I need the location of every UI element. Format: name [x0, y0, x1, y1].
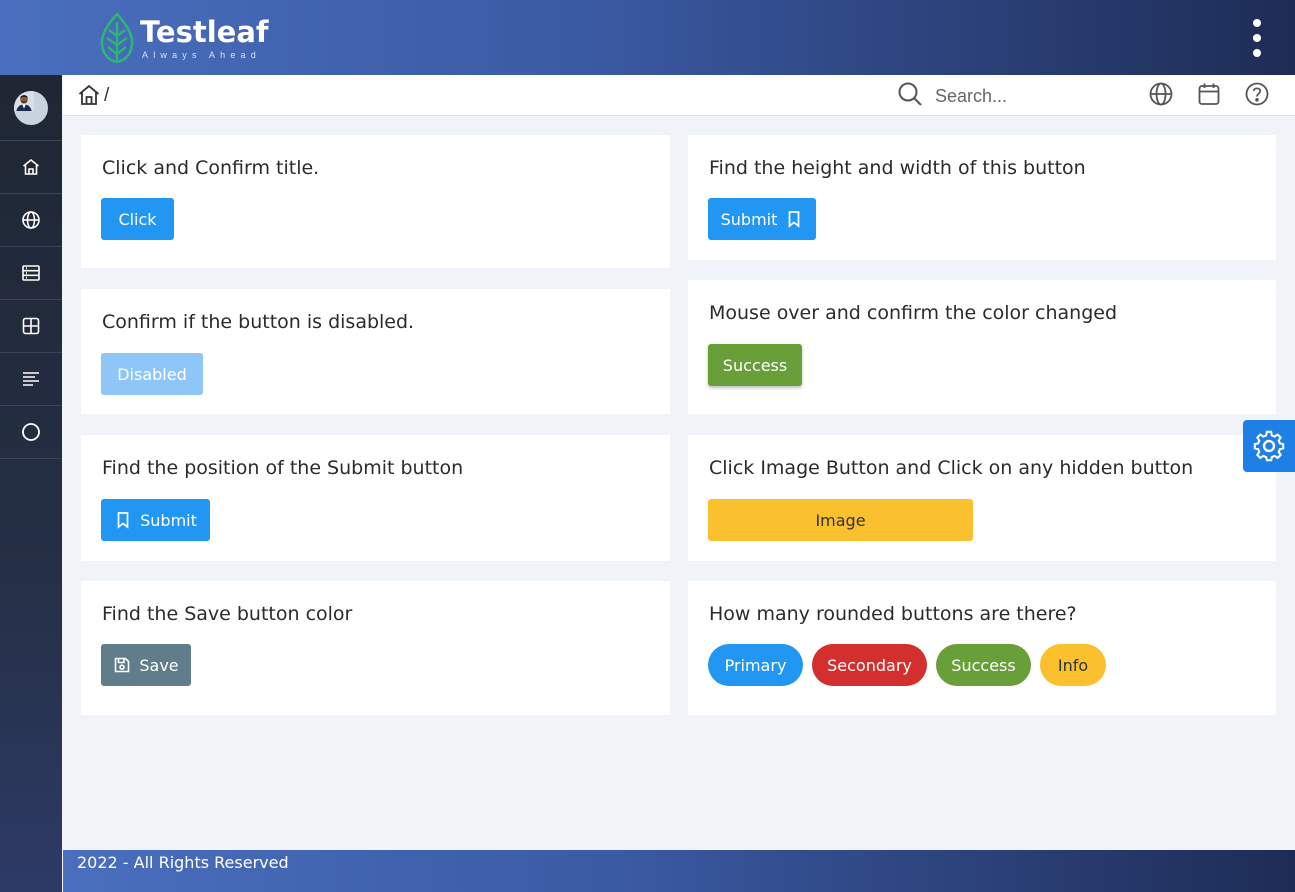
bookmark-icon — [117, 512, 129, 529]
card-save-color: Find the Save button color Save — [81, 581, 670, 715]
breadcrumb: / — [63, 75, 1295, 116]
save-label: Save — [139, 655, 179, 675]
footer-copyright: 2022 - All Rights Reserved — [77, 853, 289, 872]
card-title: Click and Confirm title. — [102, 157, 320, 179]
align-left-icon — [23, 372, 39, 386]
globe-icon — [22, 211, 40, 229]
card-title: Find the Save button color — [102, 603, 353, 625]
save-icon — [115, 657, 130, 673]
search-input[interactable] — [935, 83, 1125, 109]
globe-icon[interactable] — [1148, 81, 1174, 107]
bookmark-icon — [789, 211, 800, 228]
card-height-width: Find the height and width of this button… — [688, 135, 1276, 260]
card-title: Find the position of the Submit button — [102, 457, 464, 479]
help-icon[interactable] — [1244, 81, 1270, 107]
layout-config-button[interactable] — [1243, 420, 1295, 472]
image-button[interactable]: Image — [708, 499, 973, 541]
testleaf-logo[interactable]: Testleaf Always Ahead — [98, 10, 269, 65]
brand-tagline: Always Ahead — [142, 49, 261, 60]
top-header: Testleaf Always Ahead — [0, 0, 1295, 75]
submit-size-button[interactable]: Submit — [708, 198, 816, 240]
home-icon[interactable] — [77, 83, 101, 107]
gear-icon — [1253, 430, 1285, 462]
breadcrumb-separator: / — [104, 85, 110, 106]
sidebar — [0, 75, 62, 892]
sidebar-item-align-left[interactable] — [0, 353, 62, 406]
card-title: Mouse over and confirm the color changed — [709, 302, 1118, 324]
info-rounded-button[interactable]: Info — [1040, 644, 1106, 686]
sidebar-item-home[interactable] — [0, 141, 62, 194]
sidebar-item-server[interactable] — [0, 247, 62, 300]
card-title: Confirm if the button is disabled. — [102, 311, 415, 333]
search-icon[interactable] — [897, 81, 923, 107]
kebab-menu-icon[interactable] — [1245, 17, 1269, 59]
card-image: Click Image Button and Click on any hidd… — [688, 435, 1276, 561]
submit-label: Submit — [140, 510, 197, 530]
secondary-rounded-button[interactable]: Secondary — [812, 644, 927, 686]
card-click-confirm: Click and Confirm title. Click — [81, 135, 670, 268]
sidebar-item-profile[interactable] — [0, 75, 62, 141]
sidebar-item-grid[interactable] — [0, 300, 62, 353]
card-position: Find the position of the Submit button S… — [81, 435, 670, 561]
sidebar-item-circle[interactable] — [0, 406, 62, 459]
success-rounded-button[interactable]: Success — [936, 644, 1031, 686]
card-title: Click Image Button and Click on any hidd… — [709, 457, 1194, 479]
card-mouse-over: Mouse over and confirm the color changed… — [688, 280, 1276, 414]
sidebar-item-globe[interactable] — [0, 194, 62, 247]
card-title: Find the height and width of this button — [709, 157, 1086, 179]
leaf-logo-icon — [100, 11, 134, 63]
submit-position-button[interactable]: Submit — [101, 499, 210, 541]
circle-icon — [22, 423, 40, 441]
card-rounded: How many rounded buttons are there? Prim… — [688, 581, 1276, 715]
card-title: How many rounded buttons are there? — [709, 603, 1077, 625]
submit-label: Submit — [720, 209, 778, 229]
grid-icon — [22, 317, 40, 335]
calendar-icon[interactable] — [1196, 81, 1222, 107]
brand-name: Testleaf — [140, 14, 269, 49]
avatar — [14, 90, 48, 125]
home-icon — [23, 158, 39, 175]
save-button[interactable]: Save — [101, 644, 191, 686]
click-button[interactable]: Click — [101, 198, 174, 240]
success-hover-button[interactable]: Success — [708, 344, 802, 386]
primary-rounded-button[interactable]: Primary — [708, 644, 803, 686]
footer: 2022 - All Rights Reserved — [63, 850, 1295, 892]
disabled-button: Disabled — [101, 353, 203, 395]
card-disabled: Confirm if the button is disabled. Disab… — [81, 289, 670, 414]
server-icon — [22, 265, 40, 281]
